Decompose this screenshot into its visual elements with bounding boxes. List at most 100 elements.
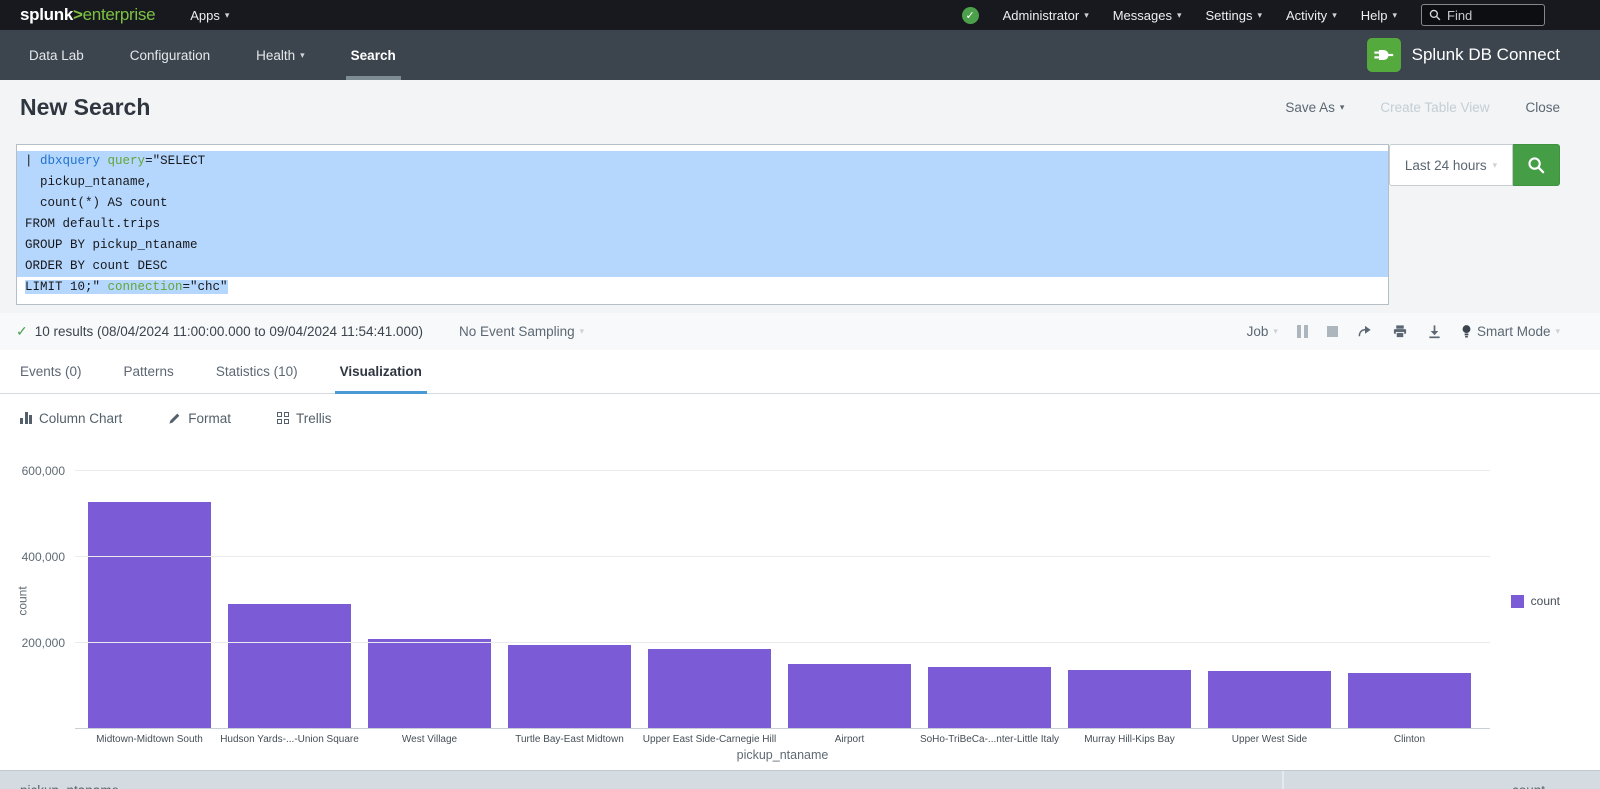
- time-range-label: Last 24 hours: [1405, 158, 1487, 173]
- search-query-input[interactable]: | dbxquery query="SELECT pickup_ntaname,…: [16, 144, 1389, 305]
- close-button[interactable]: Close: [1525, 100, 1560, 115]
- activity-menu-label: Activity: [1286, 8, 1327, 23]
- find-search-box[interactable]: [1421, 4, 1545, 26]
- event-sampling-menu[interactable]: No Event Sampling ▾: [459, 324, 584, 339]
- column-header-pickup-ntaname[interactable]: pickup_ntaname: [0, 771, 1282, 789]
- tab-events[interactable]: Events (0): [0, 350, 103, 393]
- visualization-toolbar: Column Chart Format Trellis: [0, 394, 1600, 442]
- plug-icon: [1373, 44, 1395, 66]
- smart-mode-menu[interactable]: Smart Mode ▾: [1461, 324, 1560, 339]
- bar-Murray Hill-Kips Bay[interactable]: [1068, 670, 1191, 728]
- bar-West Village[interactable]: [368, 639, 491, 728]
- create-table-view-button: Create Table View: [1380, 100, 1489, 115]
- db-connect-logo: [1367, 38, 1401, 72]
- query-line: GROUP BY pickup_ntaname: [17, 235, 1388, 256]
- run-search-button[interactable]: [1513, 144, 1560, 186]
- save-as-label: Save As: [1285, 100, 1335, 115]
- job-status-bar: ✓ 10 results (08/04/2024 11:00:00.000 to…: [0, 313, 1600, 350]
- chevron-down-icon: ▾: [1332, 10, 1337, 21]
- apps-menu[interactable]: Apps ▾: [190, 8, 229, 23]
- chart-type-label: Column Chart: [39, 411, 122, 426]
- x-axis-category-label: West Village: [368, 734, 491, 745]
- tab-statistics[interactable]: Statistics (10): [195, 350, 319, 393]
- tab-label: Statistics (10): [216, 364, 298, 379]
- format-label: Format: [188, 411, 231, 426]
- time-range-picker[interactable]: Last 24 hours ▾: [1389, 144, 1513, 186]
- bars-group: [88, 502, 1471, 728]
- search-bar-region: | dbxquery query="SELECT pickup_ntaname,…: [0, 135, 1600, 313]
- bar-Upper West Side[interactable]: [1208, 671, 1331, 728]
- gridline: [75, 470, 1490, 471]
- help-menu[interactable]: Help ▾: [1361, 8, 1397, 23]
- nav-item-configuration[interactable]: Configuration: [107, 30, 233, 80]
- logo-gt: >: [73, 5, 83, 25]
- messages-menu-label: Messages: [1113, 8, 1172, 23]
- column-chart-icon: [20, 412, 32, 424]
- legend-swatch: [1511, 595, 1524, 608]
- messages-menu[interactable]: Messages ▾: [1113, 8, 1182, 23]
- print-icon[interactable]: [1392, 324, 1408, 339]
- job-menu[interactable]: Job ▾: [1247, 324, 1278, 339]
- administrator-menu-label: Administrator: [1003, 8, 1080, 23]
- chevron-down-icon: ▾: [1257, 10, 1262, 21]
- nav-item-label: Data Lab: [29, 48, 84, 63]
- activity-menu[interactable]: Activity ▾: [1286, 8, 1337, 23]
- share-icon[interactable]: [1357, 324, 1373, 339]
- pause-icon[interactable]: [1297, 325, 1308, 338]
- bar-Midtown-Midtown South[interactable]: [88, 502, 211, 728]
- nav-item-data-lab[interactable]: Data Lab: [6, 30, 107, 80]
- x-axis-category-label: Upper East Side-Carnegie Hill: [648, 734, 771, 745]
- administrator-menu[interactable]: Administrator ▾: [1003, 8, 1089, 23]
- user-status-icon: ✓: [962, 7, 979, 24]
- chevron-down-icon: ▾: [1084, 10, 1089, 21]
- bar-Turtle Bay-East Midtown[interactable]: [508, 645, 631, 728]
- chevron-down-icon: ▾: [580, 326, 585, 337]
- tab-patterns[interactable]: Patterns: [103, 350, 195, 393]
- chevron-down-icon: ▾: [1493, 160, 1498, 171]
- stop-icon[interactable]: [1327, 326, 1338, 337]
- y-axis-tick-label: 400,000: [0, 550, 65, 564]
- logo-product: enterprise: [83, 5, 156, 25]
- chart-type-picker[interactable]: Column Chart: [20, 411, 122, 426]
- search-icon: [1527, 156, 1546, 175]
- event-sampling-label: No Event Sampling: [459, 324, 575, 339]
- trellis-label: Trellis: [296, 411, 332, 426]
- download-icon[interactable]: [1427, 324, 1442, 339]
- chevron-down-icon: ▾: [1177, 10, 1182, 21]
- find-input[interactable]: [1447, 8, 1527, 23]
- nav-item-health[interactable]: Health ▾: [233, 30, 328, 80]
- x-axis-title: pickup_ntaname: [75, 748, 1490, 762]
- create-table-view-label: Create Table View: [1380, 100, 1489, 115]
- bar-Clinton[interactable]: [1348, 673, 1471, 728]
- x-axis-category-label: Turtle Bay-East Midtown: [508, 734, 631, 745]
- settings-menu[interactable]: Settings ▾: [1206, 8, 1263, 23]
- app-title: Splunk DB Connect: [1412, 45, 1560, 65]
- save-as-button[interactable]: Save As ▾: [1285, 100, 1344, 115]
- x-axis-category-label: Upper West Side: [1208, 734, 1331, 745]
- format-button[interactable]: Format: [168, 411, 231, 426]
- tab-visualization[interactable]: Visualization: [319, 350, 443, 393]
- splunk-logo: splunk>enterprise: [20, 5, 155, 25]
- chart-legend[interactable]: count: [1511, 594, 1560, 608]
- trellis-button[interactable]: Trellis: [277, 411, 332, 426]
- x-axis-category-label: Midtown-Midtown South: [88, 734, 211, 745]
- settings-menu-label: Settings: [1206, 8, 1253, 23]
- success-check-icon: ✓: [16, 323, 28, 340]
- tab-label: Patterns: [124, 364, 174, 379]
- y-axis-title: count: [16, 586, 30, 615]
- bar-Airport[interactable]: [788, 664, 911, 728]
- pencil-icon: [168, 412, 181, 425]
- tab-label: Visualization: [340, 364, 422, 379]
- query-line: count(*) AS count: [17, 193, 1388, 214]
- bar-Hudson Yards-...-Union Square[interactable]: [228, 604, 351, 728]
- bar-SoHo-TriBeCa-...nter-Little Italy[interactable]: [928, 667, 1051, 728]
- query-line: LIMIT 10;" connection="chc": [17, 277, 1388, 298]
- bar-Upper East Side-Carnegie Hill[interactable]: [648, 649, 771, 728]
- results-summary: 10 results (08/04/2024 11:00:00.000 to 0…: [35, 324, 423, 339]
- page-title: New Search: [20, 94, 150, 121]
- y-axis-tick-label: 200,000: [0, 636, 65, 650]
- nav-item-search[interactable]: Search: [328, 30, 419, 80]
- nav-item-label: Configuration: [130, 48, 210, 63]
- column-header-count[interactable]: count: [1282, 771, 1600, 789]
- query-line: | dbxquery query="SELECT: [17, 151, 1388, 172]
